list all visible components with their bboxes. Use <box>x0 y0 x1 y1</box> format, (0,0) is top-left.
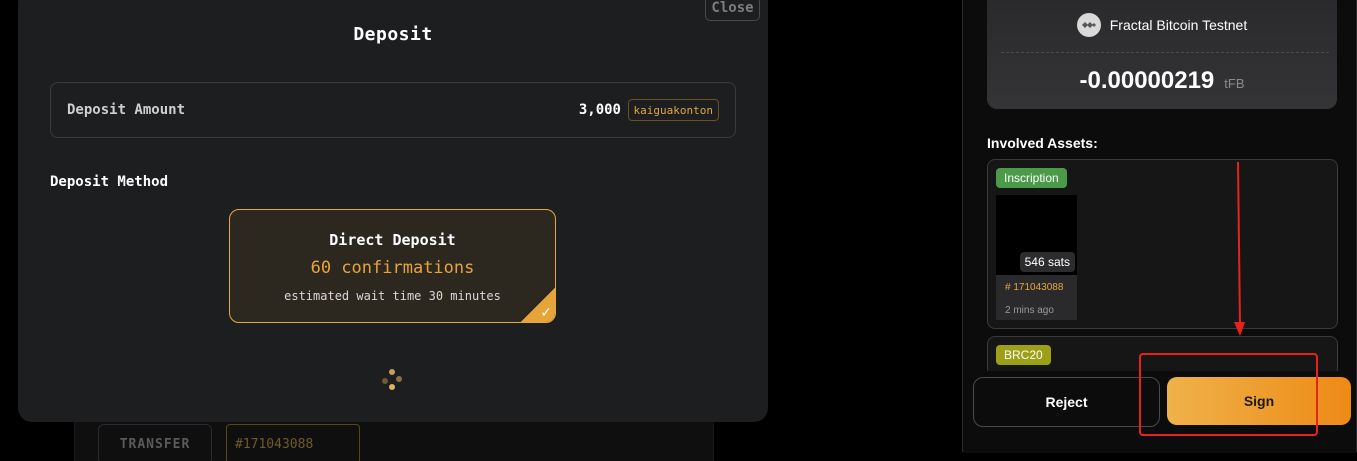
inscription-number: # 171043088 <box>1005 282 1064 293</box>
modal-title: Deposit <box>353 24 433 45</box>
network-card: Fractal Bitcoin Testnet -0.00000219 tFB <box>987 0 1337 109</box>
direct-deposit-option[interactable]: Direct Deposit 60 confirmations estimate… <box>229 209 556 323</box>
method-title: Direct Deposit <box>329 231 456 249</box>
asset-card-inscription: Inscription 546 sats # 171043088 2 mins … <box>987 159 1338 329</box>
inscription-time: 2 mins ago <box>1005 305 1054 316</box>
method-wait-time: estimated wait time 30 minutes <box>284 289 501 303</box>
deposit-amount-box: Deposit Amount 3,000 kaiguakonton <box>50 82 736 138</box>
deposit-amount-value: 3,000 <box>578 102 621 118</box>
method-confirmations: 60 confirmations <box>310 258 475 278</box>
involved-assets-label: Involved Assets: <box>987 135 1098 151</box>
inscription-tag: Inscription <box>996 168 1067 188</box>
annotation-highlight-box <box>1139 353 1318 436</box>
reject-button[interactable]: Reject <box>973 377 1160 427</box>
sats-badge: 546 sats <box>1019 252 1075 272</box>
fractal-logo-icon <box>1076 13 1101 37</box>
inscription-field[interactable]: #171043088 <box>226 424 360 461</box>
balance-change: -0.00000219 <box>1079 67 1215 94</box>
deposit-modal: Close Deposit Deposit Amount 3,000 kaigu… <box>18 0 768 422</box>
selected-check-icon: ✓ <box>521 288 555 322</box>
ticker-badge: kaiguakonton <box>627 99 719 121</box>
loading-spinner-icon <box>382 369 402 390</box>
brc20-tag: BRC20 <box>996 345 1051 365</box>
annotation-arrow-icon <box>1234 162 1245 336</box>
deposit-amount-label: Deposit Amount <box>67 102 186 118</box>
divider <box>1001 52 1329 53</box>
close-button[interactable]: Close <box>705 0 760 21</box>
deposit-method-label: Deposit Method <box>50 174 169 190</box>
inscription-thumbnail[interactable]: 546 sats # 171043088 2 mins ago <box>996 195 1077 320</box>
transfer-button[interactable]: TRANSFER <box>98 424 212 461</box>
balance-unit: tFB <box>1224 76 1245 91</box>
network-name: Fractal Bitcoin Testnet <box>1109 17 1248 33</box>
